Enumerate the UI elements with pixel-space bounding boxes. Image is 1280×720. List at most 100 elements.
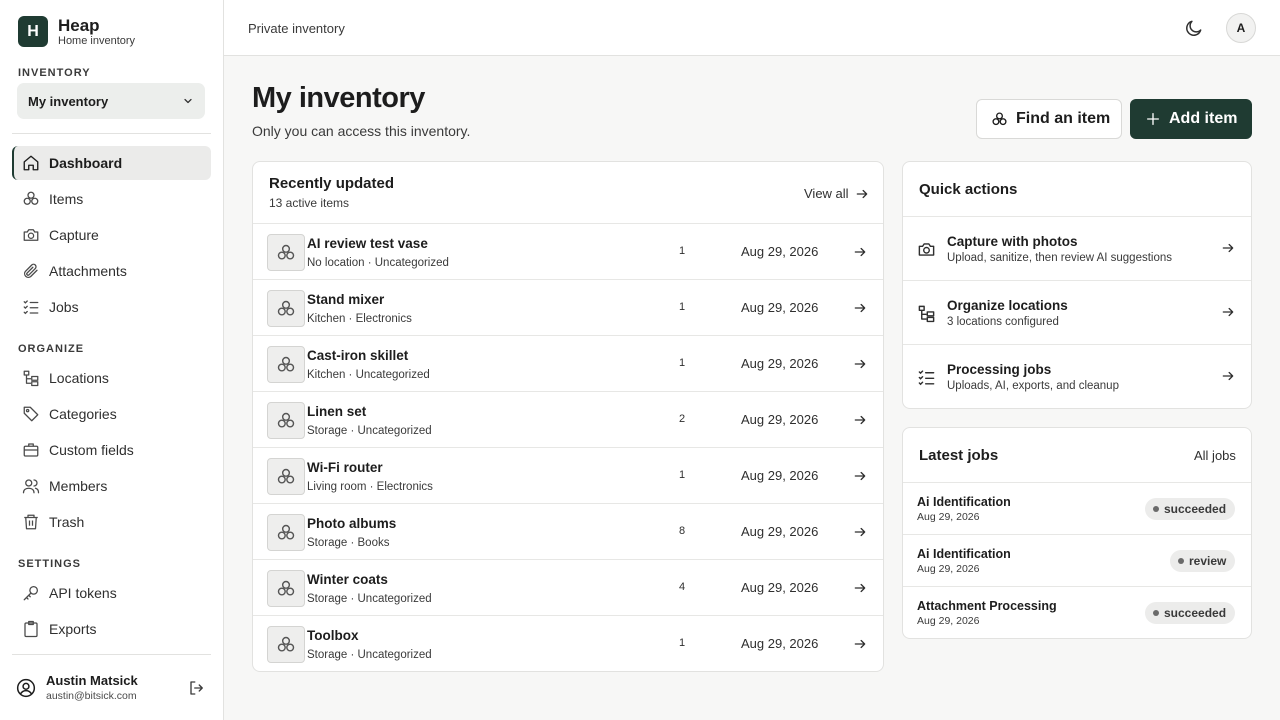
item-name: Stand mixer bbox=[307, 292, 385, 307]
key-icon bbox=[22, 584, 40, 602]
brand-name: Heap bbox=[58, 15, 100, 35]
sidebar-item-locations[interactable]: Locations bbox=[12, 361, 211, 395]
job-name: Ai Identification bbox=[917, 495, 1011, 509]
inventory-select-value: My inventory bbox=[28, 93, 109, 109]
item-date: Aug 29, 2026 bbox=[741, 580, 819, 595]
item-thumbnail bbox=[267, 346, 305, 383]
clipboard-icon bbox=[22, 620, 40, 638]
list-item[interactable]: Toolbox Storage · Uncategorized 1 Aug 29… bbox=[253, 615, 883, 671]
camera-icon bbox=[917, 240, 936, 259]
quick-action-subtitle: 3 locations configured bbox=[947, 316, 1059, 328]
arrow-right-icon bbox=[1221, 369, 1235, 383]
arrow-right-icon bbox=[853, 525, 867, 539]
items-icon bbox=[276, 243, 296, 263]
list-item[interactable]: AI review test vase No location · Uncate… bbox=[253, 223, 883, 279]
item-thumbnail bbox=[267, 402, 305, 439]
item-thumbnail bbox=[267, 290, 305, 327]
sidebar-item-label: Custom fields bbox=[49, 442, 134, 458]
sidebar-item-jobs[interactable]: Jobs bbox=[12, 290, 211, 324]
inventory-section-label: INVENTORY bbox=[18, 67, 91, 79]
item-name: Wi-Fi router bbox=[307, 460, 383, 475]
items-icon bbox=[276, 299, 296, 319]
sidebar-item-label: Members bbox=[49, 478, 108, 494]
sidebar-item-categories[interactable]: Categories bbox=[12, 397, 211, 431]
locations-icon bbox=[22, 369, 40, 387]
find-item-button[interactable]: Find an item bbox=[976, 99, 1122, 139]
sidebar-item-label: Jobs bbox=[49, 299, 79, 315]
brand-subtitle: Home inventory bbox=[58, 34, 136, 47]
items-icon bbox=[276, 411, 296, 431]
quick-action-locations[interactable]: Organize locations 3 locations configure… bbox=[903, 280, 1251, 344]
status-text: review bbox=[1189, 554, 1227, 568]
quick-action-capture[interactable]: Capture with photos Upload, sanitize, th… bbox=[903, 216, 1251, 280]
breadcrumb: Private inventory bbox=[248, 21, 345, 36]
job-row[interactable]: Ai Identification Aug 29, 2026 review bbox=[903, 534, 1251, 586]
sidebar-item-capture[interactable]: Capture bbox=[12, 218, 211, 252]
arrow-right-icon bbox=[853, 469, 867, 483]
brand[interactable]: H Heap Home inventory bbox=[18, 16, 135, 47]
items-icon bbox=[276, 523, 296, 543]
sidebar-item-custom-fields[interactable]: Custom fields bbox=[12, 433, 211, 467]
all-jobs-link[interactable]: All jobs bbox=[1194, 448, 1236, 463]
quick-actions-title: Quick actions bbox=[919, 181, 1018, 198]
item-date: Aug 29, 2026 bbox=[741, 524, 819, 539]
quick-action-jobs[interactable]: Processing jobs Uploads, AI, exports, an… bbox=[903, 344, 1251, 408]
sidebar-item-api-tokens[interactable]: API tokens bbox=[12, 576, 211, 610]
item-thumbnail bbox=[267, 234, 305, 271]
job-row[interactable]: Attachment Processing Aug 29, 2026 succe… bbox=[903, 586, 1251, 638]
sidebar-item-label: Items bbox=[49, 191, 84, 207]
locations-icon bbox=[917, 304, 936, 323]
add-item-button[interactable]: Add item bbox=[1130, 99, 1252, 139]
sidebar-item-items[interactable]: Items bbox=[12, 182, 211, 216]
list-item[interactable]: Cast-iron skillet Kitchen · Uncategorize… bbox=[253, 335, 883, 391]
list-item[interactable]: Linen set Storage · Uncategorized 2 Aug … bbox=[253, 391, 883, 447]
sidebar-item-members[interactable]: Members bbox=[12, 469, 211, 503]
list-item[interactable]: Wi-Fi router Living room · Electronics 1… bbox=[253, 447, 883, 503]
items-icon bbox=[276, 355, 296, 375]
item-meta: Kitchen · Uncategorized bbox=[307, 369, 430, 381]
item-date: Aug 29, 2026 bbox=[741, 468, 819, 483]
job-date: Aug 29, 2026 bbox=[917, 511, 980, 523]
arrow-right-icon bbox=[853, 357, 867, 371]
item-quantity: 1 bbox=[679, 301, 686, 313]
moon-icon[interactable] bbox=[1184, 18, 1204, 38]
quick-action-subtitle: Uploads, AI, exports, and cleanup bbox=[947, 380, 1119, 392]
item-quantity: 2 bbox=[679, 413, 686, 425]
arrow-right-icon bbox=[849, 187, 869, 201]
job-name: Attachment Processing bbox=[917, 599, 1057, 613]
add-item-label: Add item bbox=[1169, 110, 1238, 127]
list-item[interactable]: Stand mixer Kitchen · Electronics 1 Aug … bbox=[253, 279, 883, 335]
sidebar-item-attachments[interactable]: Attachments bbox=[12, 254, 211, 288]
item-quantity: 1 bbox=[679, 469, 686, 481]
item-meta: No location · Uncategorized bbox=[307, 257, 449, 269]
item-name: Winter coats bbox=[307, 572, 388, 587]
topbar: Private inventory A bbox=[224, 0, 1280, 56]
sidebar-item-dashboard[interactable]: Dashboard bbox=[12, 146, 211, 180]
latest-jobs-title: Latest jobs bbox=[919, 447, 999, 464]
view-all-link[interactable]: View all bbox=[804, 186, 869, 201]
status-dot bbox=[1153, 610, 1159, 616]
user-profile: Austin Matsick austin@bitsick.com bbox=[16, 673, 206, 702]
inventory-select[interactable]: My inventory bbox=[17, 83, 205, 119]
latest-jobs-card: Latest jobs All jobs Ai Identification A… bbox=[902, 427, 1252, 639]
quick-action-title: Capture with photos bbox=[947, 234, 1078, 249]
job-row[interactable]: Ai Identification Aug 29, 2026 succeeded bbox=[903, 482, 1251, 534]
arrow-right-icon bbox=[1221, 305, 1235, 319]
logout-icon[interactable] bbox=[188, 679, 206, 697]
camera-icon bbox=[22, 226, 40, 244]
item-quantity: 1 bbox=[679, 637, 686, 649]
avatar[interactable]: A bbox=[1226, 13, 1256, 43]
sidebar-divider bbox=[12, 654, 211, 655]
item-meta: Storage · Uncategorized bbox=[307, 649, 432, 661]
quick-action-title: Processing jobs bbox=[947, 362, 1052, 377]
sidebar-item-label: Trash bbox=[49, 514, 85, 530]
list-item[interactable]: Winter coats Storage · Uncategorized 4 A… bbox=[253, 559, 883, 615]
page-title: My inventory bbox=[252, 82, 425, 114]
sidebar-item-exports[interactable]: Exports bbox=[12, 612, 211, 646]
item-quantity: 8 bbox=[679, 525, 686, 537]
status-badge: succeeded bbox=[1145, 498, 1236, 520]
status-text: succeeded bbox=[1164, 606, 1227, 620]
sidebar-item-trash[interactable]: Trash bbox=[12, 505, 211, 539]
list-item[interactable]: Photo albums Storage · Books 8 Aug 29, 2… bbox=[253, 503, 883, 559]
briefcase-icon bbox=[22, 441, 40, 459]
